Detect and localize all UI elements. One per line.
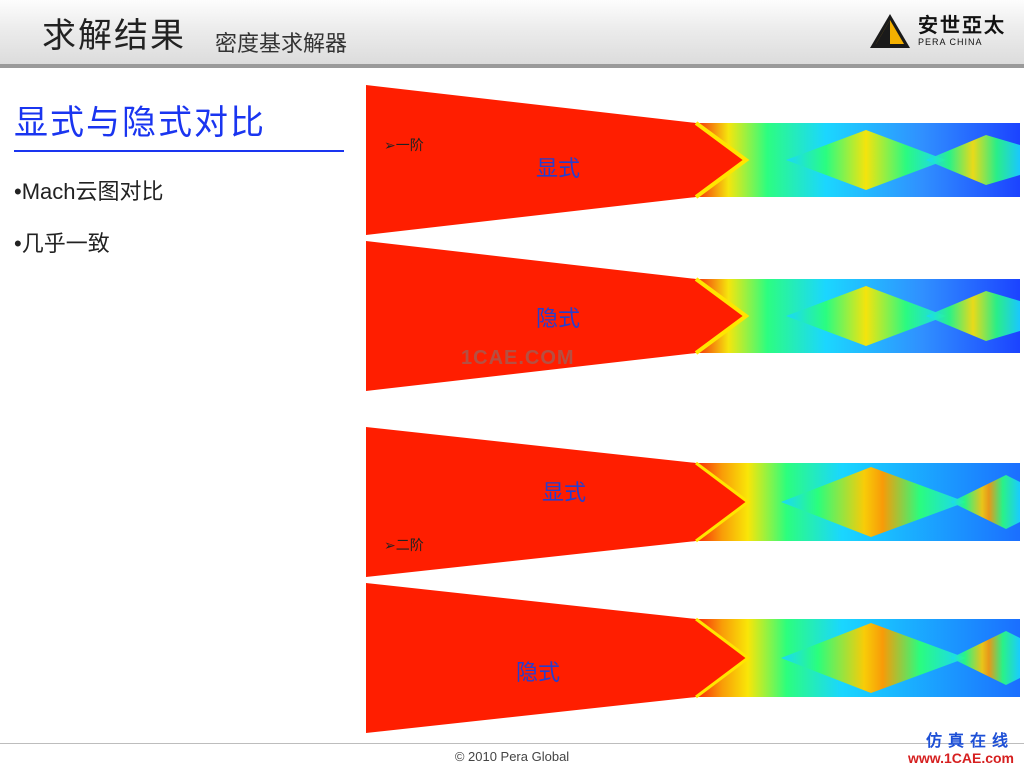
first-order-block: ➢一阶 显式 隐式 1CAE.COM [366, 85, 1020, 391]
left-text-panel: 显式与隐式对比 •Mach云图对比 •几乎一致 [14, 95, 344, 278]
footer-divider [0, 743, 1024, 744]
contour-figures: ➢一阶 显式 隐式 1CAE.COM [366, 85, 1020, 739]
brand-name: 安世亞太 [918, 16, 1006, 36]
contour-row-explicit-1st [366, 85, 1020, 235]
bullet-item: •Mach云图对比 [14, 174, 344, 206]
contour-row-explicit-2nd [366, 427, 1020, 577]
contour-row-implicit-1st [366, 241, 1020, 391]
slide-header: 求解结果 密度基求解器 安世亞太 PERA CHINA [0, 0, 1024, 65]
copyright-text: © 2010 Pera Global [0, 749, 1024, 764]
slide-subtitle: 密度基求解器 [215, 26, 347, 58]
brand-logo: 安世亞太 PERA CHINA [870, 14, 1006, 48]
corner-brand-cn: 仿真在线 [908, 733, 1014, 751]
section-heading: 显式与隐式对比 [14, 95, 344, 152]
corner-brand-url: www.1CAE.com [908, 751, 1014, 766]
second-order-block: ➢二阶 显式 隐式 [366, 427, 1020, 739]
slide-title: 求解结果 [42, 8, 186, 57]
corner-brand: 仿真在线 www.1CAE.com [908, 733, 1014, 766]
contour-row-implicit-2nd [366, 583, 1020, 733]
brand-subtext: PERA CHINA [918, 38, 1006, 47]
triangle-logo-icon [870, 14, 910, 48]
bullet-item: •几乎一致 [14, 226, 344, 258]
